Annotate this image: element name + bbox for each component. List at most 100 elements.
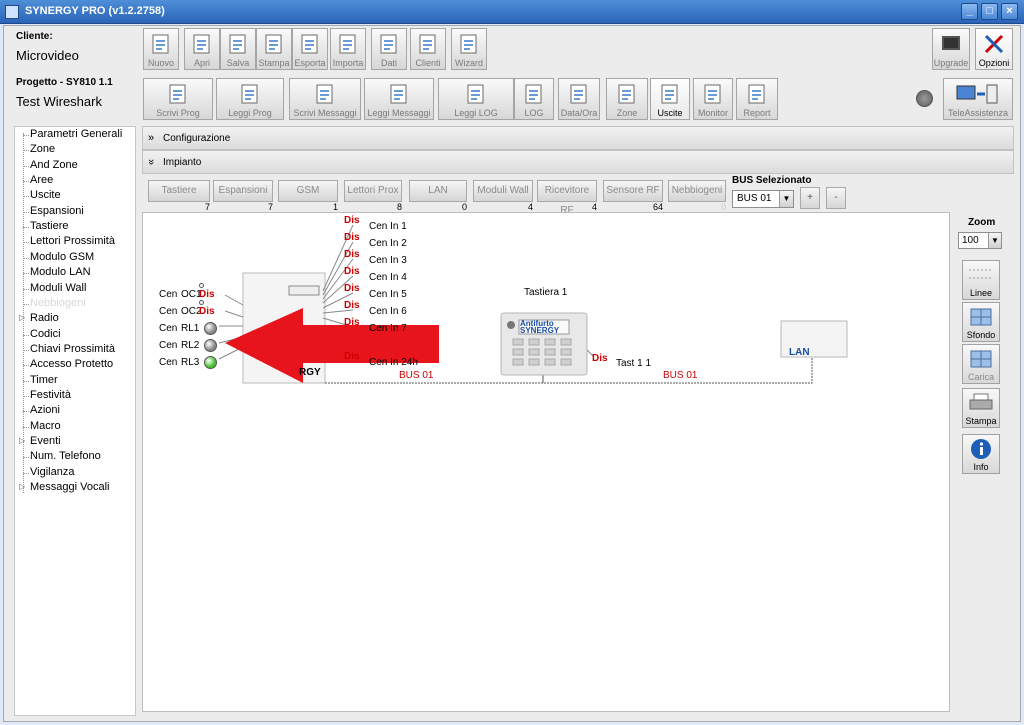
tree-item[interactable]: Zone [15,143,135,158]
toolbar-button-clienti[interactable]: Clienti [410,28,446,70]
bus-selected-label: BUS Selezionato [732,175,812,186]
toolbar-button-log[interactable]: LOG [514,78,554,120]
side-tool-carica[interactable]: Carica [962,344,1000,384]
info-icon [971,439,991,459]
chevron-right-icon: » [148,132,155,144]
bus-add-button[interactable]: + [800,187,820,209]
toolbar-button-monitor[interactable]: Monitor [693,78,733,120]
tree-item[interactable]: Festività [15,389,135,404]
tree-item[interactable]: Aree [15,174,135,189]
toolbar-button-leggi-messaggi[interactable]: Leggi Messaggi [364,78,434,120]
side-tool-sfondo[interactable]: Sfondo [962,302,1000,342]
toolbar-button-leggi-log[interactable]: Leggi LOG [438,78,514,120]
tree-item[interactable]: ▷ Messaggi Vocali [15,481,135,496]
toolbar-button-label: Scrivi Messaggi [293,108,357,118]
category-button-espansioni[interactable]: Espansioni [213,180,273,202]
bus-remove-button[interactable]: - [826,187,846,209]
tree-connector [23,457,29,459]
side-tool-label: Stampa [965,416,997,426]
tree-item[interactable]: Modulo LAN [15,266,135,281]
tree-connector [23,395,29,397]
toolbar-button-esporta[interactable]: Esporta [292,28,328,70]
category-button-lan[interactable]: LAN [409,180,467,202]
client-info: Cliente: Microvideo [16,31,79,63]
minimize-button[interactable]: _ [961,3,978,20]
tree-item[interactable]: Lettori Prossimità [15,235,135,250]
input-dis-label: Dis [344,249,360,260]
zoom-label: Zoom [968,217,996,228]
tree-item[interactable]: ▷ Radio [15,312,135,327]
category-button-nebbiogeni[interactable]: Nebbiogeni [668,180,726,202]
relay-led[interactable] [204,356,217,369]
toolbar-button-nuovo[interactable]: Nuovo [143,28,179,70]
tree-connector [23,257,29,259]
close-button[interactable]: × [1001,3,1018,20]
client-value: Microvideo [16,48,79,63]
bus-select[interactable]: BUS 01 ▼ [732,190,794,208]
tree-item[interactable]: Vigilanza [15,466,135,481]
toolbar-button-scrivi-prog[interactable]: Scrivi Prog [143,78,213,120]
tree-item[interactable]: Codici [15,328,135,343]
tree-item[interactable]: Espansioni [15,205,135,220]
section-impianto[interactable]: » Impianto [142,150,1014,174]
lan-label: LAN [789,347,810,358]
write-prog-icon [169,84,186,104]
toolbar-button-dati[interactable]: Dati [371,28,407,70]
toolbar-button-importa[interactable]: Importa [330,28,366,70]
side-tool-info[interactable]: Info [962,434,1000,474]
toolbar-button-wizard[interactable]: Wizard [451,28,487,70]
expand-arrow-icon[interactable]: ▷ [19,436,25,445]
tree-item[interactable]: Uscite [15,189,135,204]
tree-item[interactable]: Azioni [15,404,135,419]
category-button-tastiere[interactable]: Tastiere [148,180,210,202]
toolbar-button-zone[interactable]: Zone [606,78,648,120]
tree-item[interactable]: Tastiere [15,220,135,235]
toolbar-button-label: Esporta [294,58,326,68]
toolbar-button-apri[interactable]: Apri [184,28,220,70]
category-button-lettori-prox[interactable]: Lettori Prox [344,180,402,202]
toolbar-button-leggi-prog[interactable]: Leggi Prog [216,78,284,120]
tree-item[interactable]: And Zone [15,159,135,174]
input-dis-label: Dis [344,300,360,311]
input-dis-label: Dis [344,317,360,328]
teleassistenza-button[interactable]: TeleAssistenza [943,78,1013,120]
options-button[interactable]: Opzioni [975,28,1013,70]
expand-arrow-icon[interactable]: ▷ [19,313,25,322]
category-button-moduli-wall[interactable]: Moduli Wall [473,180,533,202]
tree-item[interactable]: Parametri Generali [15,128,135,143]
toolbar-button-salva[interactable]: Salva [220,28,256,70]
tree-item[interactable]: Num. Telefono [15,450,135,465]
tree-item[interactable]: Accesso Protetto [15,358,135,373]
open-icon [193,34,210,54]
category-button-gsm[interactable]: GSM [278,180,338,202]
system-diagram-canvas[interactable]: Cen OC1 Dis Cen OC2 Dis Cen RL1 Cen RL2 Cen RL3 Dis… [142,212,950,712]
section-configurazione[interactable]: » Configurazione [142,126,1014,150]
side-tool-stampa[interactable]: Stampa [962,388,1000,428]
central-unit-badge [288,285,320,296]
background-icon [970,308,992,326]
toolbar-button-uscite[interactable]: Uscite [650,78,690,120]
relay-led[interactable] [204,322,217,335]
tree-item[interactable]: Modulo GSM [15,251,135,266]
input-dis-label: Dis [344,283,360,294]
tree-item[interactable]: Chiavi Prossimità [15,343,135,358]
expand-arrow-icon[interactable]: ▷ [19,482,25,491]
side-tool-linee[interactable]: Linee [962,260,1000,300]
tree-item[interactable]: Nebbiogeni [15,297,135,312]
toolbar-button-data-ora[interactable]: Data/Ora [558,78,600,120]
maximize-button[interactable]: □ [981,3,998,20]
category-button-ricevitore-rf[interactable]: Ricevitore RF [537,180,597,216]
tree-item[interactable]: Moduli Wall [15,282,135,297]
tree-item[interactable]: ▷ Eventi [15,435,135,450]
input-label: Cen In 2 [369,238,407,249]
upgrade-button[interactable]: Upgrade [932,28,970,70]
toolbar-button-stampa[interactable]: Stampa [256,28,292,70]
relay-led[interactable] [204,339,217,352]
zoom-select[interactable]: 100 ▼ [958,232,1002,249]
toolbar-button-scrivi-messaggi[interactable]: Scrivi Messaggi [289,78,361,120]
category-button-sensore-rf[interactable]: Sensore RF [603,180,663,202]
toolbar-button-report[interactable]: Report [736,78,778,120]
bus-select-value: BUS 01 [737,193,772,204]
tree-item[interactable]: Timer [15,374,135,389]
tree-item[interactable]: Macro [15,420,135,435]
